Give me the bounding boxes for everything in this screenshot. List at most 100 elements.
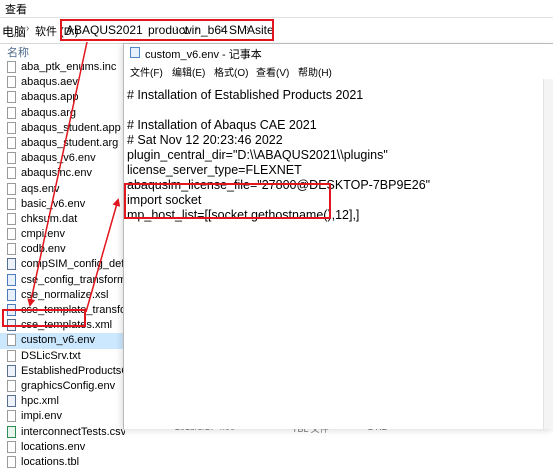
notepad-title: custom_v6.env - 记事本 <box>145 49 262 61</box>
file-row[interactable]: locations.tbl <box>0 455 125 470</box>
file-icon <box>7 136 16 149</box>
file-icon <box>7 334 16 347</box>
file-row[interactable]: abaqus_v6.env <box>0 151 125 166</box>
file-row[interactable]: interconnectTests.csv <box>0 425 125 440</box>
breadcrumb-highlight-box <box>60 19 274 41</box>
file-row[interactable]: abaqus.app <box>0 90 125 105</box>
file-row[interactable]: abaqus_student.app <box>0 121 125 136</box>
file-name: locations.env <box>21 440 86 453</box>
notepad-titlebar[interactable]: custom_v6.env - 记事本 <box>124 44 553 61</box>
file-name: abaqus.arg <box>21 106 77 119</box>
file-icon <box>7 106 16 119</box>
file-name: aqs.env <box>21 182 60 195</box>
file-icon <box>7 395 16 408</box>
file-name: codb.env <box>21 243 66 256</box>
file-row[interactable]: aba_ptk_enums.inc <box>0 60 125 75</box>
text-line: # Installation of Established Products 2… <box>127 88 364 102</box>
vertical-scrollbar[interactable] <box>543 79 553 429</box>
file-row[interactable]: hpc.xml <box>0 394 125 409</box>
file-name: compSIM_config_default.xml <box>21 258 125 271</box>
file-name: abaqus.aev <box>21 76 78 89</box>
menu-help[interactable]: 帮助(H) <box>298 64 332 79</box>
notepad-menubar: 文件(F) 编辑(E) 格式(O) 查看(V) 帮助(H) <box>124 62 553 79</box>
file-name: abaqus_student.app <box>21 121 121 134</box>
file-row[interactable]: DSLicSrv.txt <box>0 349 125 364</box>
notepad-icon <box>130 47 140 58</box>
file-icon <box>7 91 16 104</box>
file-name: cse_normalize.xsl <box>21 288 109 301</box>
notepad-window[interactable]: custom_v6.env - 记事本 文件(F) 编辑(E) 格式(O) 查看… <box>123 43 553 429</box>
file-icon <box>7 197 16 210</box>
file-icon <box>7 76 16 89</box>
file-icon <box>7 167 16 180</box>
explorer-menu-strip: 查看 <box>0 0 553 18</box>
file-name: aba_ptk_enums.inc <box>21 61 117 73</box>
file-row[interactable]: custom_v6.env <box>0 333 125 349</box>
file-name: basic_v6.env <box>21 197 86 210</box>
file-icon <box>7 364 16 377</box>
menu-format[interactable]: 格式(O) <box>214 64 248 79</box>
menu-file[interactable]: 文件(F) <box>130 64 163 79</box>
file-row[interactable]: chksum.dat <box>0 212 125 227</box>
menu-view[interactable]: 查看 <box>5 1 27 17</box>
file-row[interactable]: graphicsConfig.env <box>0 379 125 394</box>
notepad-text-area[interactable]: # Installation of Established Products 2… <box>124 79 553 429</box>
file-name: EstablishedProductsConfig.ini <box>21 364 125 377</box>
file-name: chksum.dat <box>21 212 78 225</box>
file-name: hpc.xml <box>21 395 59 408</box>
file-row[interactable]: abaqus.aev <box>0 75 125 90</box>
file-icon <box>7 61 16 73</box>
text-line: # Sat Nov 12 20:23:46 2022 <box>127 133 283 147</box>
file-name: DSLicSrv.txt <box>21 349 81 362</box>
file-name: abaqusinc.env <box>21 167 92 180</box>
menu-view[interactable]: 查看(V) <box>256 64 289 79</box>
text-line: plugin_central_dir="D:\\ABAQUS2021\\plug… <box>127 148 388 162</box>
file-icon <box>7 273 16 286</box>
breadcrumb-root[interactable]: 电脑 <box>2 23 26 40</box>
file-name: cse_config_transform.xsl <box>21 273 125 286</box>
text-line: license_server_type=FLEXNET <box>127 163 302 177</box>
file-icon <box>7 379 16 392</box>
file-name: graphicsConfig.env <box>21 379 116 392</box>
text-line: # Installation of Abaqus CAE 2021 <box>127 118 317 132</box>
file-icon <box>7 425 16 438</box>
file-row[interactable]: cmpi.env <box>0 227 125 242</box>
file-row[interactable]: abaqus_student.arg <box>0 136 125 151</box>
file-icon <box>7 349 16 362</box>
code-highlight-box <box>124 183 331 219</box>
file-name: cmpi.env <box>21 228 66 241</box>
file-name: interconnectTests.csv <box>21 425 125 438</box>
file-icon <box>7 228 16 241</box>
selected-file-highlight-box <box>2 309 86 327</box>
menu-edit[interactable]: 编辑(E) <box>172 64 205 79</box>
file-icon <box>7 440 16 453</box>
file-row[interactable]: codb.env <box>0 242 125 257</box>
file-icon <box>7 455 16 468</box>
file-row[interactable]: basic_v6.env <box>0 197 125 212</box>
file-name: abaqus.app <box>21 91 79 104</box>
file-name: abaqus_student.arg <box>21 136 119 149</box>
file-name: impi.env <box>21 410 62 423</box>
chevron-right-icon: › <box>26 23 30 34</box>
file-name: abaqus_v6.env <box>21 152 96 165</box>
file-icon <box>7 410 16 423</box>
file-icon <box>7 121 16 134</box>
file-name: custom_v6.env <box>21 334 95 347</box>
file-row[interactable]: cse_normalize.xsl <box>0 288 125 303</box>
file-list: aba_ptk_enums.inc abaqus.aev abaqus.app aba… <box>0 60 125 470</box>
file-icon <box>7 212 16 225</box>
file-row[interactable]: compSIM_config_default.xml <box>0 257 125 272</box>
file-row[interactable]: impi.env <box>0 409 125 424</box>
file-icon <box>7 258 16 271</box>
file-row[interactable]: abaqusinc.env <box>0 166 125 181</box>
file-row[interactable]: abaqus.arg <box>0 106 125 121</box>
file-icon <box>7 152 16 165</box>
file-name: locations.tbl <box>21 455 80 468</box>
file-row[interactable]: locations.env <box>0 440 125 455</box>
file-icon <box>7 182 16 195</box>
file-row[interactable]: EstablishedProductsConfig.ini <box>0 364 125 379</box>
column-header-name[interactable]: 名称 <box>7 44 29 60</box>
file-icon <box>7 288 16 301</box>
file-row[interactable]: cse_config_transform.xsl <box>0 273 125 288</box>
file-row[interactable]: aqs.env <box>0 182 125 197</box>
